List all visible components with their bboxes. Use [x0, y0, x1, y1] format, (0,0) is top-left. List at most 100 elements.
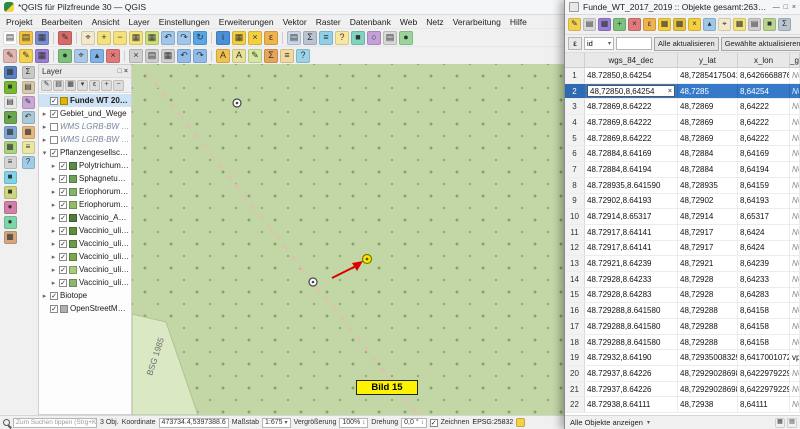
select-all-icon[interactable]: ▦ — [658, 18, 671, 31]
cell[interactable]: NULL — [790, 272, 800, 287]
data-source-manager-icon[interactable]: ▦ — [4, 66, 17, 79]
crs-indicator[interactable]: EPSG:25832 — [472, 419, 513, 426]
cell[interactable]: 8,64222 — [738, 115, 790, 130]
cell[interactable]: 8,64233 — [738, 272, 790, 287]
layout-manager-icon[interactable]: ▤ — [22, 81, 35, 94]
layer-item-vaccinio-uliginosi-pin[interactable]: ▸✓Vaccinio_uliginosi_Pin... — [39, 237, 131, 250]
expander-icon[interactable]: ▸ — [50, 279, 57, 287]
toggle-editing-icon[interactable]: ✎ — [568, 18, 581, 31]
cell[interactable]: 48,72869 — [678, 99, 738, 114]
expander-icon[interactable]: ▸ — [50, 227, 57, 235]
cell[interactable]: NULL — [790, 397, 800, 412]
layer-item-vaccinio-uliginosi-pin[interactable]: ▸✓Vaccinio_uliginosi_Pin... — [39, 250, 131, 263]
row-number[interactable]: 9 — [565, 194, 585, 209]
field-combo[interactable]: id ▾ — [584, 37, 614, 50]
cell[interactable]: 48.72928,8.64283 — [585, 288, 678, 303]
cell[interactable]: 48.72884,8.64194 — [585, 162, 678, 177]
cell[interactable]: 8,64222 — [738, 99, 790, 114]
layer-checkbox[interactable]: ✓ — [50, 149, 58, 157]
help-dock-icon[interactable]: ? — [22, 156, 35, 169]
cell[interactable]: 48.72917,8.64141 — [585, 241, 678, 256]
copy-selection-icon[interactable]: ▤ — [748, 18, 761, 31]
layer-checkbox[interactable]: ✓ — [59, 227, 67, 235]
open-layer-styling-icon[interactable]: ✎ — [41, 80, 52, 91]
open-field-calculator-icon[interactable]: Σ — [778, 18, 791, 31]
cell[interactable]: 48.729288,8.641580 — [585, 335, 678, 350]
redo-icon[interactable]: ↷ — [193, 49, 207, 63]
layer-checkbox[interactable]: ✓ — [50, 305, 58, 313]
identify-features-icon[interactable]: i — [216, 31, 230, 45]
table-row-7[interactable]: 748.72884,8.6419448,728848,64194NULL — [565, 162, 800, 178]
cell[interactable]: NULL — [790, 382, 800, 397]
cell[interactable]: NULL — [790, 256, 800, 271]
minimize-button[interactable]: — — [773, 4, 780, 11]
dock-table-icon[interactable]: ▦ — [775, 418, 785, 428]
expander-icon[interactable]: ▸ — [41, 136, 48, 144]
save-edits-icon[interactable]: ▦ — [598, 18, 611, 31]
cell[interactable]: 48.72921,8.64239 — [585, 256, 678, 271]
toggle-editing-icon[interactable]: ✎ — [19, 49, 33, 63]
update-all-button[interactable]: Alle aktualisieren — [654, 37, 719, 51]
layer-checkbox[interactable]: ✓ — [50, 97, 58, 105]
cell[interactable]: 48.729288,8.641580 — [585, 303, 678, 318]
expander-icon[interactable]: ▸ — [50, 162, 57, 170]
cell[interactable]: 48,72928 — [678, 288, 738, 303]
labeling-icon[interactable]: A — [216, 49, 230, 63]
expander-icon[interactable]: ▸ — [50, 253, 57, 261]
layer-checkbox[interactable]: ✓ — [59, 266, 67, 274]
menu-projekt[interactable]: Projekt — [6, 17, 32, 27]
copy-features-icon[interactable]: ▤ — [145, 49, 159, 63]
render-checkbox[interactable]: ✓ — [430, 419, 438, 427]
layer-checkbox[interactable] — [50, 123, 58, 131]
cell[interactable]: NULL — [790, 146, 800, 161]
layer-item-vaccinio-uliginosi-p-s[interactable]: ▸✓Vaccinio_uliginosi_P_s... — [39, 224, 131, 237]
cell[interactable]: NULL — [790, 241, 800, 256]
add-delimited-text-layer-icon[interactable]: ≡ — [4, 156, 17, 169]
paste-features-icon[interactable]: ▦ — [161, 49, 175, 63]
table-row-2[interactable]: 248,72850,8,64254×48,72858,64254NULL — [565, 84, 800, 100]
cell[interactable]: 48,72928 — [678, 272, 738, 287]
cell[interactable]: 48,729288 — [678, 335, 738, 350]
panel-close-icon[interactable]: × — [124, 68, 128, 75]
cell[interactable]: 48,7292902869836 — [678, 366, 738, 381]
open-attribute-table-icon[interactable]: ▤ — [287, 31, 301, 45]
current-edits-icon[interactable]: ✎ — [3, 49, 17, 63]
cell[interactable]: 48,72914 — [678, 209, 738, 224]
table-row-6[interactable]: 648.72884,8.6416948,728848,64169NULL — [565, 146, 800, 162]
new-geopackage-layer-icon[interactable]: ■ — [4, 81, 17, 94]
table-row-18[interactable]: 1848.729288,8.64158048,7292888,64158NULL — [565, 335, 800, 351]
zoom-in-icon[interactable]: + — [97, 31, 111, 45]
cell[interactable]: 8,64254 — [738, 84, 790, 99]
cell[interactable]: 48.72902,8.64193 — [585, 194, 678, 209]
delete-selected-icon[interactable]: × — [106, 49, 120, 63]
cell[interactable]: 48,72902 — [678, 194, 738, 209]
save-project-icon[interactable]: ▦ — [35, 31, 49, 45]
row-number[interactable]: 6 — [565, 146, 585, 161]
cell[interactable]: NULL — [790, 178, 800, 193]
layer-checkbox[interactable]: ✓ — [59, 240, 67, 248]
table-row-4[interactable]: 448.72869,8.6422248,728698,64222NULL — [565, 115, 800, 131]
invert-selection-icon[interactable]: ▦ — [673, 18, 686, 31]
row-number[interactable]: 14 — [565, 272, 585, 287]
cell[interactable]: NULL — [790, 225, 800, 240]
table-row-19[interactable]: 1948.72932,8.6419048,72935008329698,6417… — [565, 350, 800, 366]
cell[interactable]: 48.72932,8.64190 — [585, 350, 678, 365]
cell[interactable]: NULL — [790, 115, 800, 130]
cell[interactable]: 48,72884 — [678, 162, 738, 177]
zoom-last-icon[interactable]: ↶ — [161, 31, 175, 45]
cell[interactable]: 48,72938 — [678, 397, 738, 412]
cell[interactable]: NULL — [790, 162, 800, 177]
menu-raster[interactable]: Raster — [316, 17, 341, 27]
move-feature-icon[interactable]: ⌖ — [74, 49, 88, 63]
cell[interactable]: 48,72869 — [678, 115, 738, 130]
help-contents-icon[interactable]: ? — [296, 49, 310, 63]
add-point-feature-icon[interactable]: ● — [58, 49, 72, 63]
table-row-22[interactable]: 2248.72938,8.6411148,729388,64111NULL — [565, 397, 800, 413]
undo-redo-dock-icon[interactable]: ↶ — [22, 111, 35, 124]
row-number-header[interactable] — [565, 53, 585, 67]
cell[interactable]: NULL — [790, 209, 800, 224]
cell[interactable]: 48.72938,8.64111 — [585, 397, 678, 412]
cell[interactable]: 48.72884,8.64169 — [585, 146, 678, 161]
layer-labeling-options-icon[interactable]: A — [232, 49, 246, 63]
table-row-13[interactable]: 1348.72921,8.6423948,729218,64239NULL — [565, 256, 800, 272]
